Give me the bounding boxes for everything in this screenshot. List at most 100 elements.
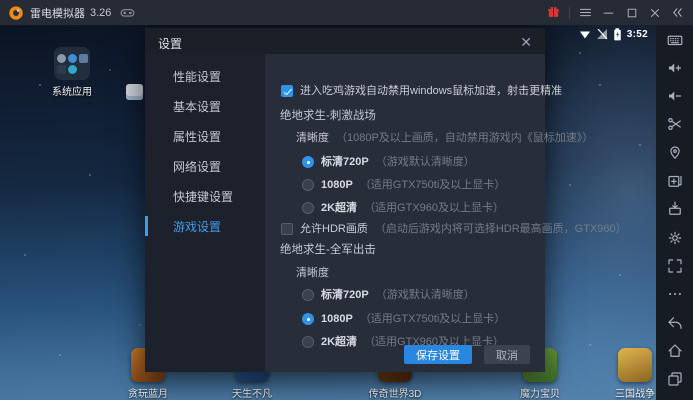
- checkbox-icon[interactable]: [281, 223, 293, 235]
- toolbar-screenshot-button[interactable]: [665, 115, 685, 134]
- window-version: 3.26: [90, 7, 111, 19]
- radio-icon[interactable]: [302, 202, 314, 214]
- gift-button[interactable]: [542, 0, 565, 25]
- radio-option-1080p-s1[interactable]: 1080P （适用GTX750ti及以上显卡）: [302, 178, 505, 192]
- radio-icon[interactable]: [302, 313, 314, 325]
- volume-up-icon: [666, 59, 684, 77]
- section-title-pubg-army-attack: 绝地求生-全军出击: [280, 243, 376, 257]
- location-pin-icon: [666, 144, 684, 162]
- chevrons-left-icon: [670, 5, 685, 20]
- checkbox-icon[interactable]: [281, 85, 293, 97]
- wifi-icon: [579, 29, 591, 40]
- toolbar-multi-instance-button[interactable]: [665, 172, 685, 191]
- toolbar-more-button[interactable]: [665, 285, 685, 304]
- clarity-label: 清晰度: [296, 131, 329, 145]
- toolbar-volume-up-button[interactable]: [665, 58, 685, 77]
- android-status-bar: 3:52: [579, 28, 648, 41]
- radio-option-720p-s1[interactable]: 标清720P （游戏默认清晰度）: [302, 155, 475, 169]
- dialog-close-button[interactable]: ✕: [520, 36, 532, 50]
- back-arrow-icon: [666, 314, 684, 332]
- radio-icon[interactable]: [302, 289, 314, 301]
- hdr-note: （启动后游戏内将可选择HDR最高画质，GTX960）: [375, 222, 627, 236]
- clarity-note: （1080P及以上画质，自动禁用游戏内《鼠标加速》）: [336, 131, 593, 145]
- fullscreen-icon: [666, 257, 684, 275]
- mini-gear-icon: [57, 54, 66, 63]
- nav-label: 快捷键设置: [173, 188, 233, 205]
- volume-down-icon: [666, 87, 684, 105]
- clarity-heading-2: 清晰度: [296, 266, 329, 280]
- cell-signal-icon: [596, 29, 608, 40]
- nav-label: 性能设置: [173, 68, 221, 85]
- nav-item-shortcuts[interactable]: 快捷键设置: [145, 181, 265, 211]
- minimize-button[interactable]: [597, 0, 620, 25]
- more-dots-icon: [666, 285, 684, 303]
- radio-icon[interactable]: [302, 156, 314, 168]
- toolbar-settings-button[interactable]: [665, 228, 685, 247]
- mini-files-icon: [79, 54, 88, 63]
- close-window-button[interactable]: [643, 0, 666, 25]
- toolbar-volume-down-button[interactable]: [665, 87, 685, 106]
- gear-icon: [666, 229, 684, 247]
- nav-item-property[interactable]: 属性设置: [145, 121, 265, 151]
- nav-item-basic[interactable]: 基本设置: [145, 91, 265, 121]
- game-icon[interactable]: [618, 348, 652, 382]
- titlebar: 雷电模拟器 3.26: [0, 0, 693, 25]
- menu-icon: [578, 5, 593, 20]
- nav-label: 游戏设置: [173, 218, 221, 235]
- emulator-toolbar: [656, 25, 693, 400]
- radio-icon[interactable]: [302, 336, 314, 348]
- scissors-icon: [666, 115, 684, 133]
- nav-label: 属性设置: [173, 128, 221, 145]
- dialog-footer: 保存设置 取消: [404, 345, 530, 364]
- dialog-title: 设置: [158, 35, 182, 52]
- window-title: 雷电模拟器: [30, 5, 85, 21]
- app-logo-icon: [8, 5, 24, 21]
- battery-charging-icon: [613, 28, 622, 41]
- titlebar-separator: [569, 7, 570, 19]
- cancel-button[interactable]: 取消: [484, 345, 530, 364]
- toolbar-home-button[interactable]: [665, 342, 685, 361]
- toolbar-keyboard-button[interactable]: [665, 30, 685, 49]
- toolbar-back-button[interactable]: [665, 313, 685, 332]
- toolbar-install-apk-button[interactable]: [665, 200, 685, 219]
- maximize-icon: [625, 6, 639, 20]
- minimize-icon: [601, 5, 616, 20]
- nav-item-game-settings[interactable]: 游戏设置: [145, 211, 265, 241]
- status-time: 3:52: [627, 29, 648, 40]
- collapse-sidebar-button[interactable]: [666, 0, 689, 25]
- nav-item-network[interactable]: 网络设置: [145, 151, 265, 181]
- nav-label: 基本设置: [173, 98, 221, 115]
- maximize-button[interactable]: [620, 0, 643, 25]
- folder-icon[interactable]: [54, 47, 90, 80]
- clarity-label: 清晰度: [296, 266, 329, 280]
- recent-apps-icon: [666, 370, 684, 388]
- mouse-acceleration-checkbox-row[interactable]: 进入吃鸡游戏自动禁用windows鼠标加速，射击更精准: [281, 84, 562, 98]
- partially-hidden-desktop-icon[interactable]: [126, 84, 143, 100]
- toolbar-location-button[interactable]: [665, 143, 685, 162]
- toolbar-recent-apps-button[interactable]: [665, 370, 685, 389]
- save-settings-button[interactable]: 保存设置: [404, 345, 472, 364]
- nav-label: 网络设置: [173, 158, 221, 175]
- nav-item-performance[interactable]: 性能设置: [145, 61, 265, 91]
- checkbox-label: 进入吃鸡游戏自动禁用windows鼠标加速，射击更精准: [300, 84, 562, 98]
- clarity-heading-1: 清晰度 （1080P及以上画质，自动禁用游戏内《鼠标加速》）: [296, 131, 593, 145]
- settings-dialog: 设置 ✕ 性能设置 基本设置 属性设置 网络设置 快捷键设置 游戏设置 进入吃鸡…: [145, 28, 545, 372]
- hdr-checkbox-row[interactable]: 允许HDR画质 （启动后游戏内将可选择HDR最高画质，GTX960）: [281, 222, 627, 236]
- folder-label: 系统应用: [40, 83, 104, 98]
- section-title-pubg-mobile: 绝地求生-刺激战场: [280, 109, 376, 123]
- radio-option-1080p-s2[interactable]: 1080P （适用GTX750ti及以上显卡）: [302, 312, 505, 326]
- radio-option-720p-s2[interactable]: 标清720P （游戏默认清晰度）: [302, 288, 475, 302]
- mini-browser-icon: [68, 65, 77, 74]
- dialog-body: 性能设置 基本设置 属性设置 网络设置 快捷键设置 游戏设置 进入吃鸡游戏自动禁…: [145, 54, 545, 372]
- menu-button[interactable]: [574, 0, 597, 25]
- radio-icon[interactable]: [302, 179, 314, 191]
- gamepad-icon[interactable]: [119, 4, 136, 21]
- game-settings-panel: 进入吃鸡游戏自动禁用windows鼠标加速，射击更精准 绝地求生-刺激战场 清晰…: [265, 54, 545, 372]
- radio-option-2k-s1[interactable]: 2K超清 （适用GTX960及以上显卡）: [302, 201, 504, 215]
- desktop-folder-system-apps[interactable]: 系统应用: [40, 47, 104, 98]
- gift-icon: [546, 5, 561, 20]
- mini-globe-icon: [68, 54, 77, 63]
- toolbar-fullscreen-button[interactable]: [665, 257, 685, 276]
- hdr-label: 允许HDR画质: [300, 222, 368, 236]
- multi-window-plus-icon: [666, 172, 684, 190]
